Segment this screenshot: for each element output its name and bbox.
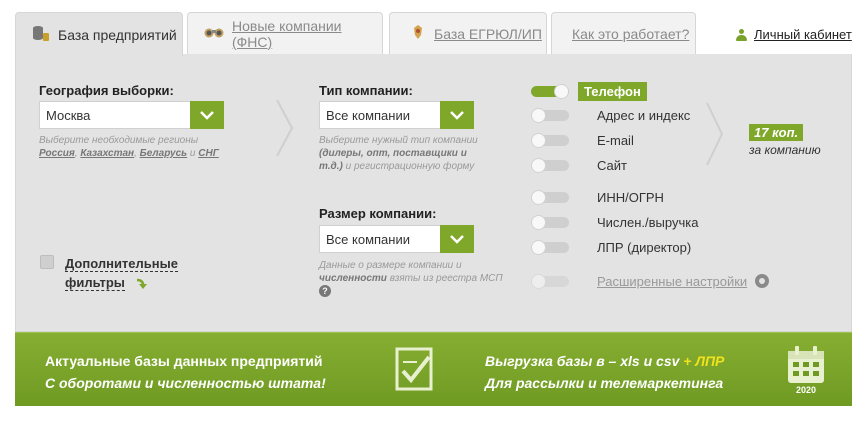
toggle-switch[interactable] xyxy=(531,157,569,173)
banner-export-subline: Для рассылки и телемаркетинга xyxy=(485,375,724,391)
personal-account-link[interactable]: Личный кабинет xyxy=(736,27,852,42)
chevron-down-icon[interactable] xyxy=(440,101,474,129)
geography-value: Москва xyxy=(46,107,91,123)
geography-select[interactable]: Москва xyxy=(39,101,224,129)
toggle-label: Расширенные настройки xyxy=(597,273,748,289)
company-type-value: Все компании xyxy=(326,107,410,123)
banner-right-text: Выгрузка базы в – xls и csv + ЛПР Для ра… xyxy=(485,350,724,394)
toggle-switch[interactable] xyxy=(531,107,569,123)
price-caption: за компанию xyxy=(749,143,821,157)
hint-text: и регистрационную форму xyxy=(345,161,475,172)
geography-title: География выборки: xyxy=(39,83,174,98)
filter-panel: География выборки: Москва Выберите необх… xyxy=(15,54,852,332)
gear-icon[interactable] xyxy=(755,274,770,288)
tab-new-companies[interactable]: Новые компании (ФНС) xyxy=(187,12,383,54)
database-coins-icon xyxy=(32,24,50,45)
toggle-label: Адрес и индекс xyxy=(597,107,691,123)
hint-and: и xyxy=(189,148,196,159)
banner-headline: Актуальные базы данных предприятий xyxy=(45,353,323,369)
calendar-year: 2020 xyxy=(796,385,816,395)
toggle-advanced-settings[interactable]: Расширенные настройки xyxy=(531,270,770,292)
company-size-value: Все компании xyxy=(326,231,410,247)
company-type-select[interactable]: Все компании xyxy=(319,101,474,129)
calendar-icon: 2020 xyxy=(788,346,824,395)
company-size-hint: Данные о размере компании и численности … xyxy=(319,259,504,298)
extra-filters-link[interactable]: Дополнительные фильтры xyxy=(65,254,178,292)
company-type-title: Тип компании: xyxy=(319,83,413,98)
tab-label: Новые компании (ФНС) xyxy=(232,17,342,50)
hint-text: Выберите нужный тип компании xyxy=(319,135,478,146)
promo-banner: Актуальные базы данных предприятий С обо… xyxy=(15,332,852,406)
geography-hint-text: Выберите необходимые регионы xyxy=(39,135,199,146)
region-link-russia[interactable]: Россия xyxy=(39,148,75,159)
toggle-email[interactable]: E-mail xyxy=(531,129,634,151)
hint-bold: численности xyxy=(319,273,387,284)
toggle-headcount[interactable]: Числен./выручка xyxy=(531,211,698,233)
region-link-belarus[interactable]: Беларусь xyxy=(140,148,187,159)
company-size-title: Размер компании: xyxy=(319,206,437,221)
arrow-down-icon xyxy=(136,278,147,289)
toggle-switch[interactable] xyxy=(531,273,569,289)
tab-bar: База предприятий Новые компании (ФНС) Ба… xyxy=(15,12,855,56)
help-icon[interactable]: ? xyxy=(319,285,331,298)
page: База предприятий Новые компании (ФНС) Ба… xyxy=(0,0,867,426)
banner-left-text: Актуальные базы данных предприятий С обо… xyxy=(45,350,326,394)
toggle-label: E-mail xyxy=(597,132,634,148)
binoculars-icon xyxy=(204,25,224,42)
toggle-decision-maker[interactable]: ЛПР (директор) xyxy=(531,236,691,258)
tab-label: Как это работает? xyxy=(572,25,690,42)
banner-export-prefix: Выгрузка базы в – xyxy=(485,353,621,369)
tab-how-it-works[interactable]: Как это работает? xyxy=(551,12,696,54)
chevron-right-icon xyxy=(706,102,724,166)
geography-hint: Выберите необходимые регионы Россия, Каз… xyxy=(39,135,219,159)
person-icon xyxy=(736,28,747,41)
toggle-phone[interactable]: Телефон xyxy=(531,80,647,102)
extra-filters-label: Дополнительные xyxy=(65,256,178,272)
region-link-kazakhstan[interactable]: Казахстан xyxy=(80,148,134,159)
emblem-icon xyxy=(410,24,426,43)
extra-filters-checkbox[interactable] xyxy=(40,255,54,269)
toggle-label: Сайт xyxy=(597,157,627,173)
hint-text: Данные о размере компании и xyxy=(319,260,462,271)
banner-export-formats: xls и csv xyxy=(620,353,680,369)
toggle-inn[interactable]: ИНН/ОГРН xyxy=(531,186,664,208)
toggle-switch[interactable] xyxy=(531,132,569,148)
toggle-label: ИНН/ОГРН xyxy=(597,189,664,205)
tab-egrul[interactable]: База ЕГРЮЛ/ИП xyxy=(389,12,547,54)
toggle-label: Телефон xyxy=(578,81,647,101)
price-badge: 17 коп. xyxy=(749,124,804,141)
company-type-hint: Выберите нужный тип компании (дилеры, оп… xyxy=(319,134,489,173)
tab-label: База предприятий xyxy=(58,26,177,43)
toggle-label: ЛПР (директор) xyxy=(597,239,692,255)
region-link-cis[interactable]: СНГ xyxy=(198,148,219,159)
company-size-select[interactable]: Все компании xyxy=(319,225,474,253)
price-block: 17 коп. за компанию xyxy=(749,124,821,157)
chevron-down-icon[interactable] xyxy=(190,101,224,129)
toggle-address[interactable]: Адрес и индекс xyxy=(531,104,690,126)
toggle-site[interactable]: Сайт xyxy=(531,154,627,176)
personal-account-label: Личный кабинет xyxy=(754,27,852,42)
toggle-switch[interactable] xyxy=(531,189,569,205)
toggle-switch[interactable] xyxy=(531,214,569,230)
hint-text: взяты из реестра МСП xyxy=(389,273,503,284)
checklist-icon xyxy=(395,347,433,391)
banner-export-plus: + ЛПР xyxy=(679,353,725,369)
chevron-right-icon xyxy=(276,99,294,157)
toggle-label: Числен./выручка xyxy=(597,214,699,230)
toggle-switch[interactable] xyxy=(531,239,569,255)
tab-company-database[interactable]: База предприятий xyxy=(15,12,183,56)
toggle-switch[interactable] xyxy=(531,83,569,99)
tab-label: База ЕГРЮЛ/ИП xyxy=(434,25,542,42)
chevron-down-icon[interactable] xyxy=(440,225,474,253)
extra-filters-label: фильтры xyxy=(65,275,125,291)
banner-subline: С оборотами и численностью штата! xyxy=(45,375,326,391)
